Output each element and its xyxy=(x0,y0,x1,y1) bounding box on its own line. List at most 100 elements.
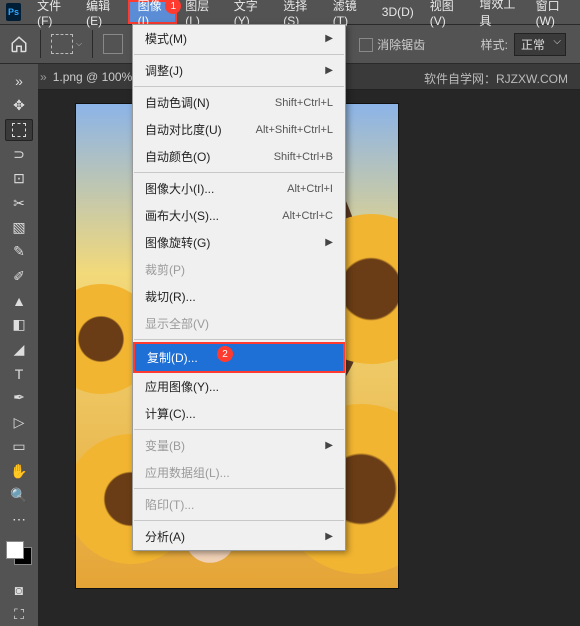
anti-alias-label: 消除锯齿 xyxy=(377,38,425,52)
menu-apply-data: 应用数据组(L)... xyxy=(133,459,345,486)
menubar: Ps 文件(F) 编辑(E) 图像(I) 1 图层(L) 文字(Y) 选择(S)… xyxy=(0,0,580,24)
menu-crop-label: 裁剪(P) xyxy=(145,261,185,278)
menu-auto-contrast[interactable]: 自动对比度(U) Alt+Shift+Ctrl+L xyxy=(133,116,345,143)
menu-filter[interactable]: 滤镜(T) xyxy=(325,0,374,24)
menu-view[interactable]: 视图(V) xyxy=(422,0,472,24)
menu-mode-label: 模式(M) xyxy=(145,30,187,47)
menu-reveal-all: 显示全部(V) xyxy=(133,310,345,337)
toolbar-separator xyxy=(92,30,93,58)
menu-auto-color[interactable]: 自动颜色(O) Shift+Ctrl+B xyxy=(133,143,345,170)
menu-auto-contrast-label: 自动对比度(U) xyxy=(145,121,222,138)
menu-file[interactable]: 文件(F) xyxy=(29,0,78,24)
menu-3d[interactable]: 3D(D) xyxy=(374,0,422,24)
menu-canvas-size-label: 画布大小(S)... xyxy=(145,207,219,224)
quick-mask-tool[interactable]: ◙ xyxy=(5,579,33,601)
type-tool[interactable]: T xyxy=(5,362,33,384)
style-select[interactable]: 正常 xyxy=(514,33,566,56)
callout-badge-2: 2 xyxy=(217,346,233,362)
menu-image-rotation[interactable]: 图像旋转(G)▶ xyxy=(133,229,345,256)
menu-separator xyxy=(134,54,344,55)
menu-adjustments[interactable]: 调整(J) ▶ xyxy=(133,57,345,84)
color-swatch[interactable] xyxy=(6,541,32,565)
watermark-text: 软件自学网：RJZXW.COM xyxy=(424,70,568,87)
shortcut-text: Alt+Shift+Ctrl+L xyxy=(256,124,333,136)
menu-duplicate[interactable]: 复制(D)... 2 xyxy=(135,344,343,371)
menu-separator xyxy=(134,429,344,430)
lasso-tool[interactable]: ⊃ xyxy=(5,143,33,165)
collapse-icon[interactable]: » xyxy=(5,70,33,92)
highlight-callout: 复制(D)... 2 xyxy=(133,342,345,373)
stamp-tool[interactable]: ▲ xyxy=(5,289,33,311)
menu-auto-tone-label: 自动色调(N) xyxy=(145,94,210,111)
menu-calculations[interactable]: 计算(C)... xyxy=(133,400,345,427)
foreground-color-icon xyxy=(6,541,24,559)
menu-trim[interactable]: 裁切(R)... xyxy=(133,283,345,310)
image-menu-dropdown: 模式(M) ▶ 调整(J) ▶ 自动色调(N) Shift+Ctrl+L 自动对比度(… xyxy=(132,24,346,551)
menu-analysis[interactable]: 分析(A) ▶ xyxy=(133,523,345,550)
shortcut-text: Shift+Ctrl+L xyxy=(275,97,333,109)
brush-tool[interactable]: ✐ xyxy=(5,265,33,287)
submenu-arrow-icon: ▶ xyxy=(325,531,333,542)
gradient-tool[interactable]: ◢ xyxy=(5,338,33,360)
style-label: 样式: xyxy=(481,36,508,53)
menu-auto-tone[interactable]: 自动色调(N) Shift+Ctrl+L xyxy=(133,89,345,116)
menu-crop: 裁剪(P) xyxy=(133,256,345,283)
move-tool[interactable]: ✥ xyxy=(5,94,33,116)
path-select-tool[interactable]: ▷ xyxy=(5,411,33,433)
marquee-tool[interactable] xyxy=(5,119,33,142)
menu-adjust-label: 调整(J) xyxy=(145,62,183,79)
pen-tool[interactable]: ✒ xyxy=(5,387,33,409)
crop-tool[interactable]: ✂ xyxy=(5,192,33,214)
menu-apply-image[interactable]: 应用图像(Y)... xyxy=(133,373,345,400)
marquee-tool-selector[interactable]: ⌵ xyxy=(51,34,82,54)
zoom-tool[interactable]: 🔍 xyxy=(5,484,33,506)
submenu-arrow-icon: ▶ xyxy=(325,65,333,76)
toolbar-separator xyxy=(40,30,41,58)
menu-apply-image-label: 应用图像(Y)... xyxy=(145,378,219,395)
submenu-arrow-icon: ▶ xyxy=(325,237,333,248)
home-icon[interactable] xyxy=(8,33,30,55)
submenu-arrow-icon: ▶ xyxy=(325,33,333,44)
menu-apply-data-label: 应用数据组(L)... xyxy=(145,464,230,481)
menu-auto-color-label: 自动颜色(O) xyxy=(145,148,210,165)
menu-duplicate-label: 复制(D)... xyxy=(147,349,198,366)
marquee-icon xyxy=(51,34,73,54)
quick-select-tool[interactable]: ⊡ xyxy=(5,168,33,190)
eraser-tool[interactable]: ◧ xyxy=(5,314,33,336)
menu-type[interactable]: 文字(Y) xyxy=(226,0,276,24)
menu-window[interactable]: 窗口(W) xyxy=(528,0,580,24)
menu-mode[interactable]: 模式(M) ▶ xyxy=(133,25,345,52)
menu-image-size-label: 图像大小(I)... xyxy=(145,180,214,197)
menu-variables: 变量(B)▶ xyxy=(133,432,345,459)
tab-chevron-icon[interactable]: » xyxy=(40,70,47,84)
hand-tool[interactable]: ✋ xyxy=(5,460,33,482)
tool-palette: » ✥ ⊃ ⊡ ✂ ▧ ✎ ✐ ▲ ◧ ◢ T ✒ ▷ ▭ ✋ 🔍 ⋯ ◙ ⛶ xyxy=(0,64,38,626)
menu-canvas-size[interactable]: 画布大小(S)... Alt+Ctrl+C xyxy=(133,202,345,229)
more-tools[interactable]: ⋯ xyxy=(5,509,33,531)
shortcut-text: Shift+Ctrl+B xyxy=(274,151,333,163)
menu-separator xyxy=(134,339,344,340)
shortcut-text: Alt+Ctrl+C xyxy=(282,210,333,222)
menu-plugins[interactable]: 增效工具 xyxy=(471,0,527,24)
anti-alias-checkbox[interactable]: 消除锯齿 xyxy=(359,36,425,53)
menu-reveal-all-label: 显示全部(V) xyxy=(145,315,209,332)
menu-edit[interactable]: 编辑(E) xyxy=(78,0,128,24)
selection-mode-icon[interactable] xyxy=(103,34,123,54)
submenu-arrow-icon: ▶ xyxy=(325,440,333,451)
ps-logo-icon: Ps xyxy=(6,3,21,21)
menu-image[interactable]: 图像(I) 1 xyxy=(128,0,178,24)
menu-layer[interactable]: 图层(L) xyxy=(177,0,225,24)
frame-tool[interactable]: ▧ xyxy=(5,216,33,238)
menu-select[interactable]: 选择(S) xyxy=(275,0,325,24)
eyedropper-tool[interactable]: ✎ xyxy=(5,241,33,263)
menu-image-size[interactable]: 图像大小(I)... Alt+Ctrl+I xyxy=(133,175,345,202)
menu-trap: 陷印(T)... xyxy=(133,491,345,518)
screen-mode-tool[interactable]: ⛶ xyxy=(5,604,33,626)
document-tab[interactable]: 1.png @ 100% xyxy=(53,70,133,84)
rectangle-tool[interactable]: ▭ xyxy=(5,436,33,458)
menu-analysis-label: 分析(A) xyxy=(145,528,185,545)
menu-separator xyxy=(134,172,344,173)
menu-separator xyxy=(134,520,344,521)
shortcut-text: Alt+Ctrl+I xyxy=(287,183,333,195)
menu-trap-label: 陷印(T)... xyxy=(145,496,194,513)
